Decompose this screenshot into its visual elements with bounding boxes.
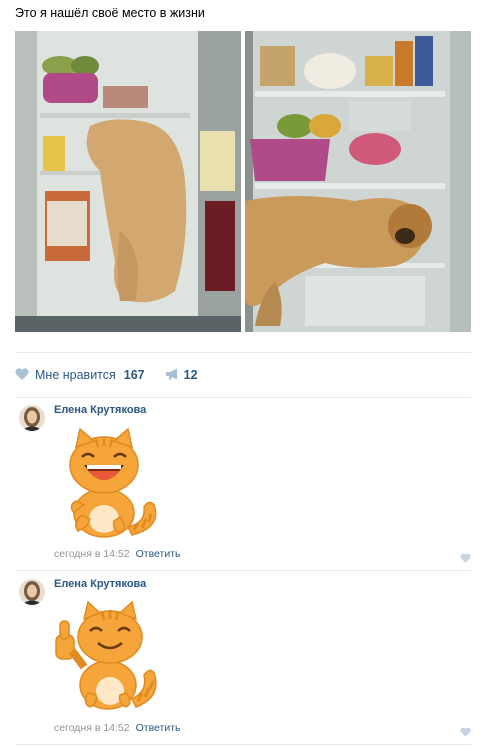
comment-author[interactable]: Елена Крутякова: [54, 578, 146, 590]
thumbs-up-cat-sticker: [54, 600, 166, 718]
comment-author[interactable]: Елена Крутякова: [54, 404, 146, 416]
post-text: Это я нашёл своё место в жизни: [15, 6, 205, 20]
comment-meta: сегодня в 14:52 Ответить: [54, 722, 181, 734]
photo-cat-sleeping-in-fridge[interactable]: [245, 31, 471, 332]
post-photos: [15, 31, 471, 332]
megaphone-icon: [165, 368, 179, 383]
share-button[interactable]: 12: [165, 368, 198, 383]
avatar[interactable]: [19, 579, 45, 605]
avatar[interactable]: [19, 405, 45, 431]
divider: [15, 397, 471, 398]
comment: Елена Крутякова сегодня в 14:52 Ответить: [15, 400, 471, 570]
like-count: 167: [123, 368, 145, 382]
comment-time[interactable]: сегодня в 14:52: [54, 548, 130, 560]
reply-button[interactable]: Ответить: [136, 722, 181, 734]
laughing-cat-sticker: [54, 427, 166, 544]
reply-button[interactable]: Ответить: [136, 548, 181, 560]
heart-icon: [15, 367, 29, 383]
like-button[interactable]: Мне нравится 167: [15, 367, 145, 383]
post-actions: Мне нравится 167 12: [15, 366, 198, 384]
divider: [15, 570, 471, 571]
comment: Елена Крутякова сегодня в 14:52 Ответить: [15, 574, 471, 744]
divider: [15, 744, 471, 745]
comment-time[interactable]: сегодня в 14:52: [54, 722, 130, 734]
photo-cat-in-fridge[interactable]: [15, 31, 241, 332]
share-count: 12: [183, 368, 198, 382]
heart-icon[interactable]: [460, 550, 471, 568]
heart-icon[interactable]: [460, 724, 471, 742]
divider: [15, 352, 471, 353]
like-label: Мне нравится: [35, 368, 116, 382]
comment-meta: сегодня в 14:52 Ответить: [54, 548, 181, 560]
